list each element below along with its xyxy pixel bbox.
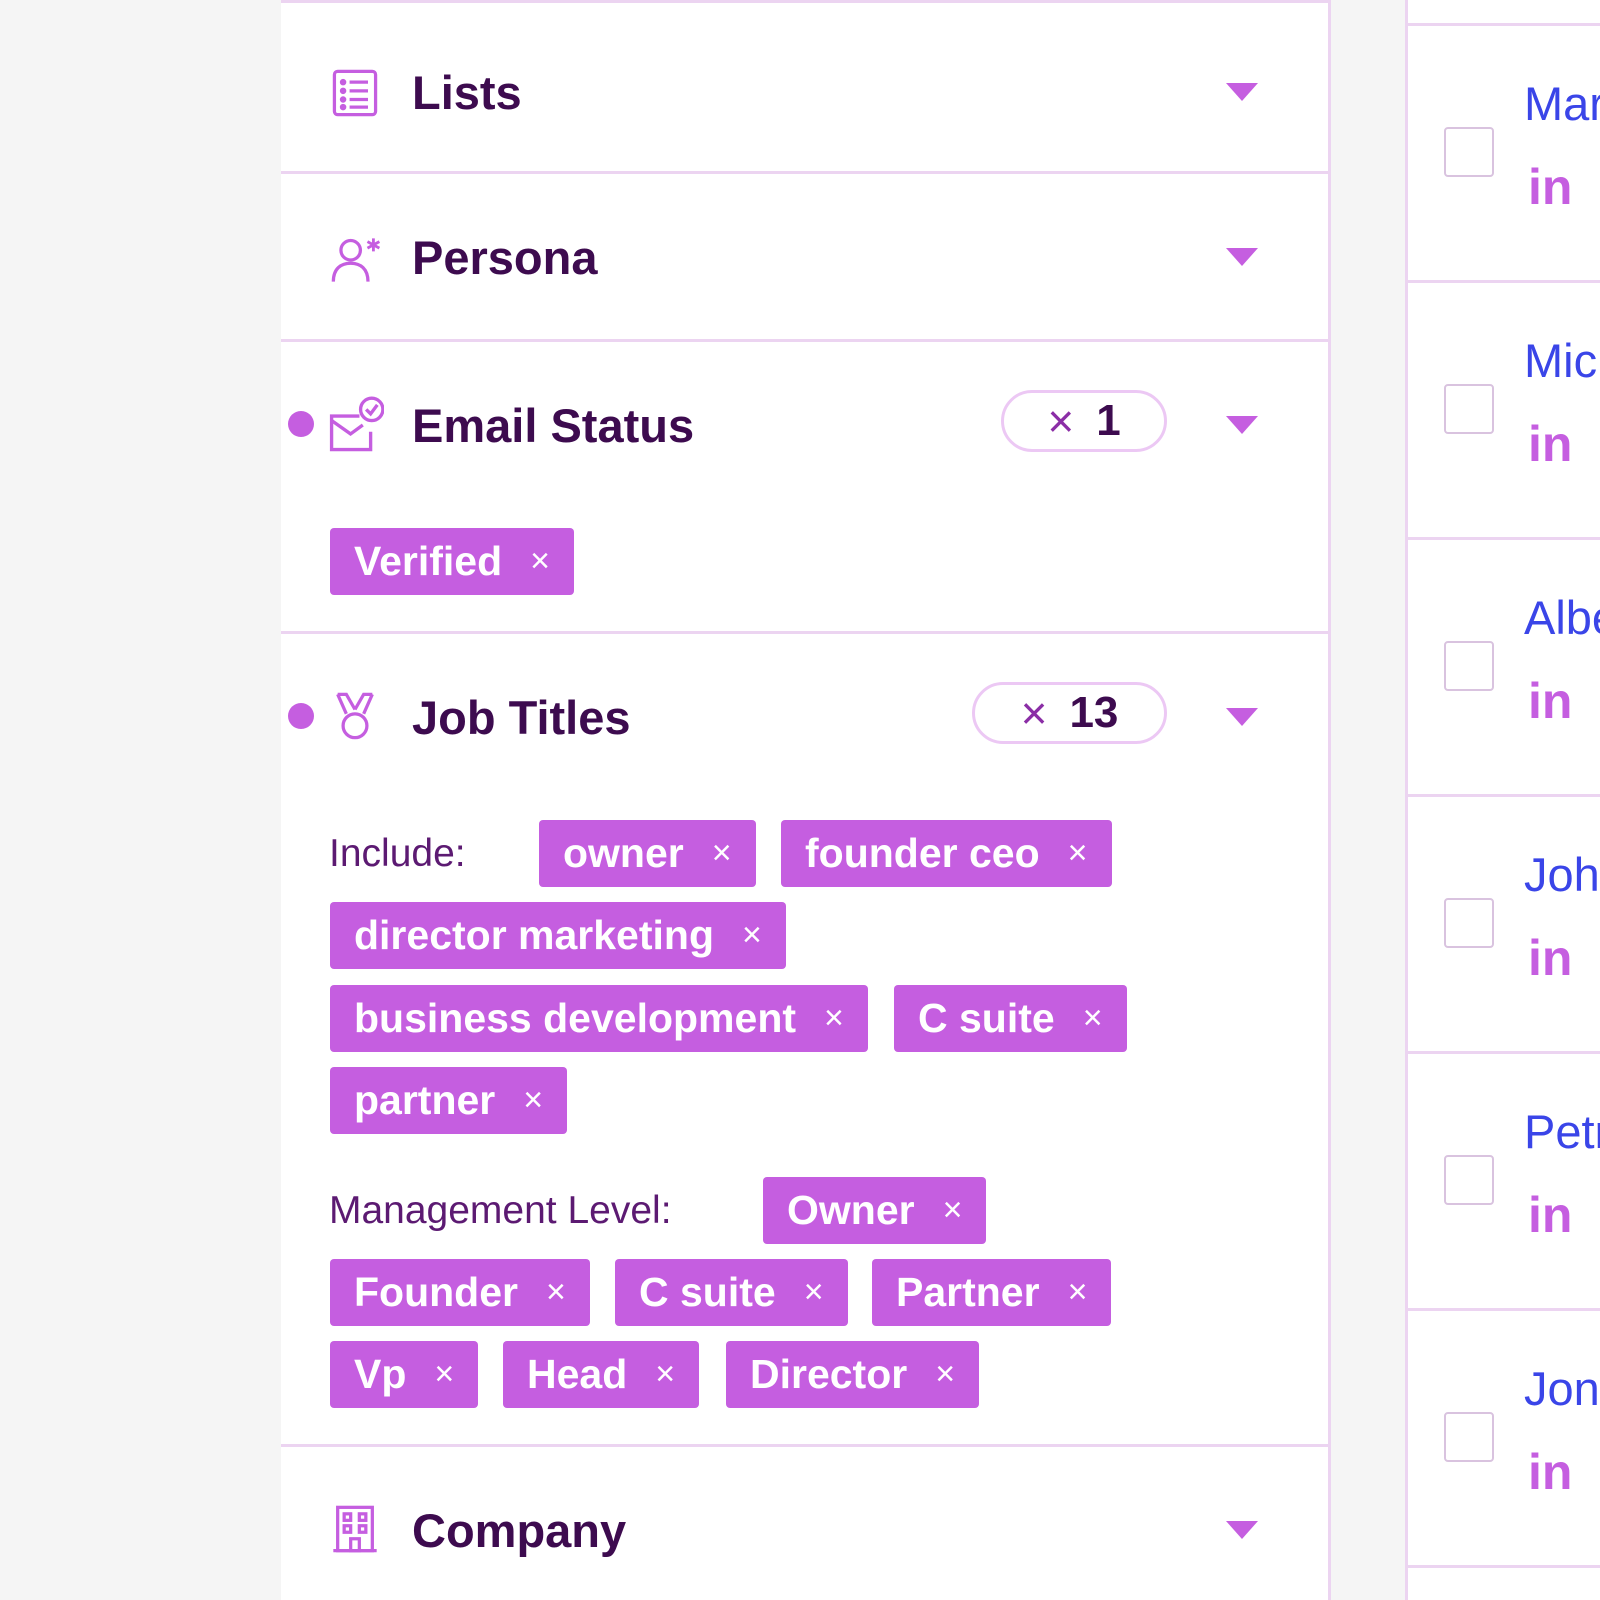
result-row[interactable]: Mic in <box>1408 283 1600 540</box>
results-list: Mar in Mic in Albe in Joh in Petr in Jon… <box>1405 0 1600 1600</box>
tag-remove-icon[interactable]: × <box>1083 985 1103 1052</box>
tag-remove-icon[interactable]: × <box>530 528 550 595</box>
contact-name-link[interactable]: Mar <box>1524 76 1600 131</box>
tag-remove-icon[interactable]: × <box>434 1341 454 1408</box>
clear-filter-pill[interactable]: × 1 <box>1001 390 1167 452</box>
include-label: Include: <box>329 832 466 875</box>
result-row[interactable] <box>1408 0 1600 26</box>
filter-tag[interactable]: Partner × <box>872 1259 1112 1326</box>
filter-tag[interactable]: Verified × <box>330 528 574 595</box>
filter-tag[interactable]: C suite × <box>615 1259 848 1326</box>
chevron-down-icon[interactable] <box>1226 248 1258 266</box>
tag-remove-icon[interactable]: × <box>712 820 732 887</box>
tag-remove-icon[interactable]: × <box>655 1341 675 1408</box>
filter-tag[interactable]: Vp × <box>330 1341 479 1408</box>
filter-tag[interactable]: owner × <box>539 820 756 887</box>
list-icon <box>329 67 381 119</box>
filter-tag[interactable]: founder ceo × <box>781 820 1112 887</box>
tag-remove-icon[interactable]: × <box>523 1067 543 1134</box>
section-title: Persona <box>412 231 598 284</box>
filter-tag[interactable]: C suite × <box>894 985 1127 1052</box>
chevron-down-icon[interactable] <box>1226 416 1258 434</box>
tag-remove-icon[interactable]: × <box>824 985 844 1052</box>
active-indicator <box>288 411 314 437</box>
contact-name-link[interactable]: Albe <box>1524 590 1600 645</box>
filter-count: 13 <box>1069 688 1119 737</box>
filter-tag[interactable]: Founder × <box>330 1259 590 1326</box>
filter-tag[interactable]: partner × <box>330 1067 568 1134</box>
tag-remove-icon[interactable]: × <box>742 902 762 969</box>
email-check-icon <box>326 396 384 454</box>
filter-section-company[interactable]: Company <box>281 1447 1328 1600</box>
filter-tag[interactable]: director marketing × <box>330 902 786 969</box>
close-icon: × <box>1047 395 1075 447</box>
result-row[interactable]: Albe in <box>1408 540 1600 797</box>
filter-tag[interactable]: Director × <box>726 1341 980 1408</box>
linkedin-icon[interactable]: in <box>1528 158 1572 216</box>
contact-name-link[interactable]: Petr <box>1524 1104 1600 1159</box>
row-checkbox[interactable] <box>1444 384 1494 434</box>
clear-filter-pill[interactable]: × 13 <box>972 682 1167 744</box>
management-level-label: Management Level: <box>329 1189 672 1232</box>
contact-name-link[interactable]: Joh <box>1524 847 1600 902</box>
result-row[interactable] <box>1408 1568 1600 1600</box>
tag-remove-icon[interactable]: × <box>546 1259 566 1326</box>
row-checkbox[interactable] <box>1444 641 1494 691</box>
linkedin-icon[interactable]: in <box>1528 1443 1572 1501</box>
filter-section-lists[interactable]: Lists <box>281 0 1328 174</box>
row-checkbox[interactable] <box>1444 1155 1494 1205</box>
filter-tag[interactable]: Head × <box>503 1341 700 1408</box>
linkedin-icon[interactable]: in <box>1528 672 1572 730</box>
result-row[interactable]: Jon in <box>1408 1311 1600 1568</box>
section-title: Job Titles <box>412 691 631 744</box>
result-row[interactable]: Mar in <box>1408 26 1600 283</box>
filter-section-job-titles[interactable]: Job Titles × 13 Include: owner × founder… <box>281 634 1328 1447</box>
chevron-down-icon[interactable] <box>1226 708 1258 726</box>
section-title: Lists <box>412 66 522 119</box>
tag-remove-icon[interactable]: × <box>1068 1259 1088 1326</box>
filter-panel: Lists Persona Email Status × 1 Verified … <box>281 0 1331 1600</box>
section-title: Company <box>412 1504 627 1557</box>
result-row[interactable]: Petr in <box>1408 1054 1600 1311</box>
medal-icon <box>329 690 381 742</box>
row-checkbox[interactable] <box>1444 127 1494 177</box>
filter-section-email-status[interactable]: Email Status × 1 Verified × <box>281 342 1328 634</box>
tag-remove-icon[interactable]: × <box>804 1259 824 1326</box>
row-checkbox[interactable] <box>1444 1412 1494 1462</box>
linkedin-icon[interactable]: in <box>1528 415 1572 473</box>
tag-remove-icon[interactable]: × <box>935 1341 955 1408</box>
linkedin-icon[interactable]: in <box>1528 929 1572 987</box>
section-title: Email Status <box>412 399 695 452</box>
chevron-down-icon[interactable] <box>1226 1521 1258 1539</box>
chevron-down-icon[interactable] <box>1226 83 1258 101</box>
filter-section-persona[interactable]: Persona <box>281 174 1328 342</box>
filter-count: 1 <box>1096 396 1121 445</box>
contact-name-link[interactable]: Mic <box>1524 333 1597 388</box>
contact-name-link[interactable]: Jon <box>1524 1361 1600 1416</box>
close-icon: × <box>1020 687 1048 739</box>
filter-tag[interactable]: Owner × <box>763 1177 987 1244</box>
linkedin-icon[interactable]: in <box>1528 1186 1572 1244</box>
filter-tag[interactable]: business development × <box>330 985 868 1052</box>
persona-icon <box>329 234 381 286</box>
tag-remove-icon[interactable]: × <box>943 1177 963 1244</box>
building-icon <box>329 1503 381 1555</box>
row-checkbox[interactable] <box>1444 898 1494 948</box>
result-row[interactable]: Joh in <box>1408 797 1600 1054</box>
active-indicator <box>288 703 314 729</box>
tag-remove-icon[interactable]: × <box>1068 820 1088 887</box>
